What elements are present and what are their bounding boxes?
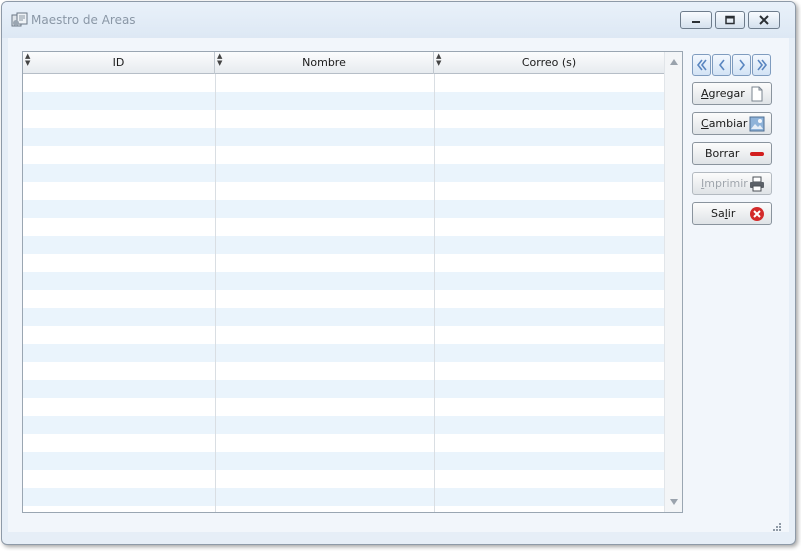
table-row[interactable] [23,380,664,398]
table-row[interactable] [23,344,664,362]
sort-icon: ▲ ▼ [217,52,223,67]
edit-image-icon [749,116,765,132]
maximize-icon [725,15,735,25]
table-row[interactable] [23,470,664,488]
table-row[interactable] [23,146,664,164]
column-header-correo[interactable]: ▲ ▼ Correo (s) [434,52,664,74]
agregar-label: Agregar [701,87,745,100]
borrar-label: Borrar [705,147,740,160]
table-row[interactable] [23,272,664,290]
salir-label: Salir [711,207,736,220]
table-row[interactable] [23,254,664,272]
table-row[interactable] [23,182,664,200]
areas-grid[interactable]: ▲ ▼ ID ▲ ▼ Nombre ▲ ▼ Correo (s) [22,51,683,513]
column-header-id[interactable]: ▲ ▼ ID [23,52,215,74]
table-row[interactable] [23,362,664,380]
grid-header: ▲ ▼ ID ▲ ▼ Nombre ▲ ▼ Correo (s) [23,52,664,74]
minimize-icon [692,21,700,23]
imprimir-button[interactable]: Imprimir [692,172,772,195]
table-row[interactable] [23,236,664,254]
table-row[interactable] [23,92,664,110]
close-icon [759,15,769,25]
table-row[interactable] [23,74,664,92]
table-row[interactable] [23,308,664,326]
app-icon [11,12,28,27]
table-row[interactable] [23,200,664,218]
column-header-label: ID [112,56,125,69]
resize-grip-icon[interactable] [772,522,782,532]
first-record-icon [696,59,707,71]
table-row[interactable] [23,218,664,236]
grid-body[interactable] [23,74,664,512]
cambiar-label: Cambiar [701,117,748,130]
previous-record-icon [718,59,725,71]
printer-icon [750,176,764,192]
next-record-icon [738,59,745,71]
imprimir-label: Imprimir [701,177,748,190]
title-bar[interactable]: Maestro de Areas [2,2,795,38]
scroll-up-icon[interactable] [669,58,679,66]
table-row[interactable] [23,452,664,470]
borrar-button[interactable]: Borrar [692,142,772,165]
table-row[interactable] [23,128,664,146]
sort-icon: ▲ ▼ [436,52,442,67]
maximize-button[interactable] [715,11,745,29]
last-record-icon [756,59,767,71]
sort-icon: ▲ ▼ [25,52,31,67]
agregar-button[interactable]: Agregar [692,82,772,105]
close-button[interactable] [748,11,780,29]
scroll-down-icon[interactable] [669,498,679,506]
table-row[interactable] [23,290,664,308]
client-area: ▲ ▼ ID ▲ ▼ Nombre ▲ ▼ Correo (s) Agregar… [8,38,789,532]
column-divider [434,74,435,512]
column-header-nombre[interactable]: ▲ ▼ Nombre [215,52,434,74]
previous-record-button[interactable] [712,54,731,76]
column-header-label: Nombre [302,56,346,69]
vertical-scrollbar[interactable] [664,52,682,512]
delete-icon [750,152,764,156]
column-divider [215,74,216,512]
exit-icon [750,207,764,221]
salir-button[interactable]: Salir [692,202,772,225]
minimize-button[interactable] [680,11,712,29]
cambiar-button[interactable]: Cambiar [692,112,772,135]
new-document-icon [751,86,763,102]
table-row[interactable] [23,506,664,512]
next-record-button[interactable] [732,54,751,76]
table-row[interactable] [23,488,664,506]
table-row[interactable] [23,416,664,434]
last-record-button[interactable] [752,54,771,76]
app-window: Maestro de Areas ▲ ▼ ID ▲ ▼ Nombre ▲ ▼ C… [1,1,796,545]
first-record-button[interactable] [692,54,711,76]
table-row[interactable] [23,110,664,128]
window-title: Maestro de Areas [31,13,136,27]
table-row[interactable] [23,434,664,452]
record-navigator [692,54,772,76]
table-row[interactable] [23,164,664,182]
table-row[interactable] [23,398,664,416]
table-row[interactable] [23,326,664,344]
column-header-label: Correo (s) [521,56,577,69]
